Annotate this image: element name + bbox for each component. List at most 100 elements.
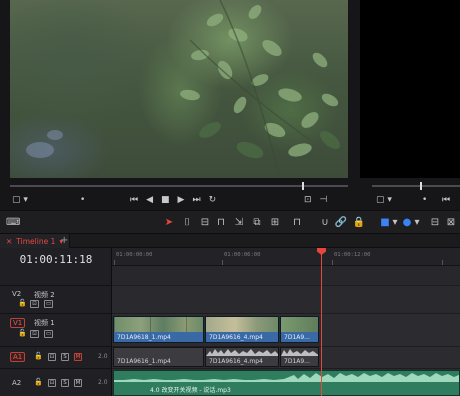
audio-clip[interactable]: 7D1A9... — [280, 347, 319, 367]
channel-format: 2.0 — [98, 379, 108, 386]
source-viewer[interactable] — [10, 0, 348, 178]
marker-dropdown-icon[interactable]: ▾ — [410, 216, 424, 230]
clip-thumbnail — [114, 317, 203, 332]
loop-icon[interactable]: ↻ — [209, 193, 217, 207]
video-clip[interactable]: 7D1A9618_1.mp4 — [113, 316, 204, 343]
solo-button[interactable]: S — [61, 353, 69, 361]
program-jump-start-icon[interactable]: ⏮ — [442, 193, 450, 207]
track-lane-v2[interactable] — [112, 285, 460, 313]
track-name-v1[interactable]: 视频 1 — [34, 318, 55, 328]
overwrite-clip-icon[interactable]: ⧉ — [250, 216, 264, 230]
source-scrub-bar[interactable] — [10, 182, 348, 190]
audio-clip[interactable]: 7D1A9616_4.mp4 — [205, 347, 279, 367]
clip-name: 7D1A9616_4.mp4 — [209, 334, 263, 341]
viewer-divider — [348, 0, 360, 210]
track-visible-icon[interactable]: ▭ — [44, 330, 53, 338]
lock-track-icon[interactable]: 🔓 — [34, 352, 43, 360]
clip-name: 7D1A9616_4.mp4 — [209, 358, 263, 365]
waveform — [281, 349, 318, 356]
trim-icon[interactable]: ⌷ — [180, 216, 194, 230]
replace-clip-icon[interactable]: ⊞ — [268, 216, 282, 230]
pointer-icon[interactable]: ➤ — [162, 216, 176, 230]
match-frame-icon[interactable]: ⊡ — [304, 193, 312, 207]
lock-track-icon[interactable]: 🔓 — [18, 299, 27, 307]
track-visible-icon[interactable]: ▭ — [44, 300, 53, 308]
source-scrub-playhead[interactable] — [302, 182, 304, 190]
program-jump-icon[interactable]: ⏮ — [438, 193, 454, 207]
channel-format: 2.0 — [98, 353, 108, 360]
auto-select-icon[interactable]: ⊡ — [48, 353, 56, 361]
snapping-icon[interactable]: ⊓ — [290, 216, 304, 230]
track-id-a1[interactable]: A1 — [10, 352, 26, 362]
link-icon[interactable]: ∪ — [318, 216, 332, 230]
play-reverse-icon[interactable]: ◀ — [146, 193, 153, 207]
audio-clip[interactable]: 7D1A9616_1.mp4 — [113, 347, 204, 367]
lock-track-icon[interactable]: 🔓 — [34, 378, 43, 386]
source-right-controls: ⊡ ⊣ — [300, 193, 331, 207]
timeline-timecode[interactable]: 01:00:11:18 — [0, 250, 112, 270]
video-clip[interactable]: 7D1A9616_4.mp4 — [205, 316, 279, 343]
insert-clip-icon[interactable]: ⇲ — [232, 216, 246, 230]
program-dots: • — [418, 193, 431, 207]
video-clip[interactable]: 7D1A9... — [280, 316, 319, 343]
track-header-v1: V1 视频 1 🔓 ⊡ ▭ — [0, 313, 112, 344]
transport-controls: ⏮ ◀ ■ ▶ ⏭ ↻ — [126, 193, 220, 207]
timeline-tab-bar: ✕ Timeline 1 ▾ + — [0, 234, 460, 248]
auto-select-icon[interactable]: ⊡ — [30, 330, 39, 338]
music-clip[interactable]: 4.0 改变开关视频 - 说话.mp3 — [113, 370, 460, 396]
lock-track-icon[interactable]: 🔓 — [18, 329, 27, 337]
close-tab-icon[interactable]: ✕ — [6, 237, 12, 246]
program-viewer-menu[interactable]: ▢ ▾ — [372, 193, 396, 207]
track-id-v1[interactable]: V1 — [10, 318, 26, 328]
track-header-a1: A1 🔓 ⊡ S M 2.0 — [0, 346, 112, 368]
waveform — [206, 349, 278, 356]
ruler-label: 01:00:00:00 — [116, 252, 153, 258]
stop-icon[interactable]: ■ — [161, 193, 170, 207]
mark-out-icon[interactable]: ⊣ — [320, 193, 328, 207]
clip-thumbnail — [281, 317, 318, 332]
program-dot: • — [422, 195, 428, 205]
ruler-label: 01:00:06:00 — [224, 252, 261, 258]
tab-label: Timeline 1 — [16, 236, 56, 246]
auto-select-icon[interactable]: ⊡ — [30, 300, 39, 308]
clip-name: 7D1A9... — [284, 358, 310, 365]
program-mode-icon[interactable]: ▢ ▾ — [376, 193, 392, 207]
zoom-in-icon[interactable]: ⊠ — [444, 216, 458, 230]
program-viewer[interactable] — [360, 0, 460, 178]
jump-start-icon[interactable]: ⏮ — [130, 193, 138, 207]
source-dots: • — [76, 193, 89, 207]
play-icon[interactable]: ▶ — [178, 193, 185, 207]
clip-name: 7D1A9618_1.mp4 — [117, 334, 171, 341]
mute-button[interactable]: M — [74, 379, 82, 387]
lock-icon[interactable]: 🔒 — [352, 216, 366, 230]
keyboard-icon[interactable]: ⌨ — [6, 216, 20, 230]
ruler-label: 01:00:12:00 — [334, 252, 371, 258]
zoom-out-icon[interactable]: ⊟ — [428, 216, 442, 230]
track-id-a2: A2 — [12, 379, 22, 387]
linked-selection-icon[interactable]: 🔗 — [334, 216, 348, 230]
viewer-mode-icon[interactable]: ▢ ▾ — [12, 193, 28, 207]
source-viewer-menu[interactable]: ▢ ▾ — [8, 193, 32, 207]
clip-name: 7D1A9616_1.mp4 — [117, 358, 171, 365]
timeline-playhead[interactable] — [321, 248, 322, 396]
edit-toolbar: ⌨ ➤ ⌷ ⊟ ⊓ ⇲ ⧉ ⊞ ⊓ ∪ 🔗 🔒 ■ ▾ ● ▾ ⊟ ⊠ — [0, 210, 460, 234]
track-header-v2: V2 视频 2 🔓 ⊡ ▭ — [0, 285, 112, 313]
timeline-ruler[interactable]: 01:00:00:00 01:00:06:00 01:00:12:00 — [112, 248, 460, 266]
page-dots: • — [80, 195, 86, 205]
jump-end-icon[interactable]: ⏭ — [192, 193, 200, 207]
leaf-image — [26, 0, 340, 178]
program-scrub-bar[interactable] — [372, 182, 460, 190]
solo-button[interactable]: S — [61, 379, 69, 387]
blade-icon[interactable]: ⊓ — [214, 216, 228, 230]
dynamic-trim-icon[interactable]: ⊟ — [198, 216, 212, 230]
clip-name: 4.0 改变开关视频 - 说话.mp3 — [150, 387, 231, 394]
add-tab-button[interactable]: + — [60, 234, 68, 248]
mute-button[interactable]: M — [74, 353, 82, 361]
clip-thumbnail — [206, 317, 278, 332]
track-header-a2: A2 🔓 ⊡ S M 2.0 — [0, 368, 112, 396]
track-name-v2[interactable]: 视频 2 — [34, 290, 55, 300]
program-scrub-playhead[interactable] — [420, 182, 422, 190]
auto-select-icon[interactable]: ⊡ — [48, 379, 56, 387]
track-id-v2: V2 — [12, 290, 22, 298]
waveform — [114, 373, 459, 382]
